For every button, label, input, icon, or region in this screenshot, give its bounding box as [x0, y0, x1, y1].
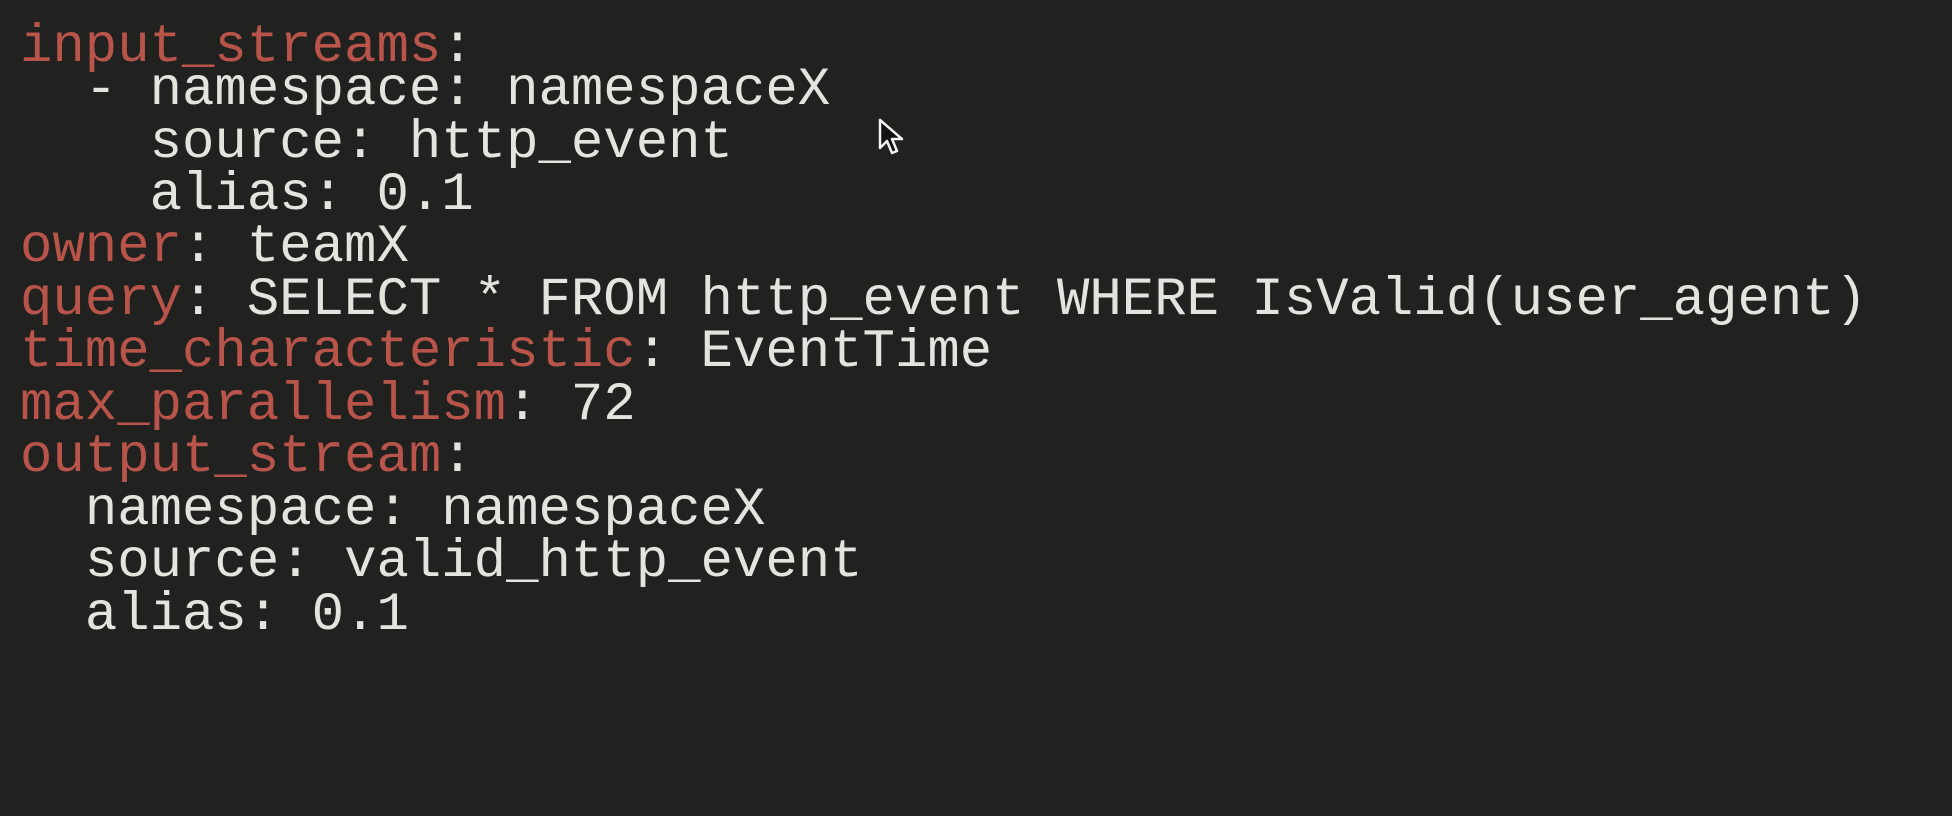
yaml-value: 72 — [570, 375, 636, 436]
yaml-separator: : — [635, 322, 701, 383]
code-editor[interactable]: input_streams: - namespace: namespaceX s… — [0, 0, 1952, 816]
yaml-value: valid_http_event — [344, 532, 863, 593]
mouse-pointer-icon — [878, 118, 904, 155]
yaml-value: EventTime — [700, 322, 993, 383]
yaml-separator: : — [506, 375, 571, 436]
yaml-key: alias — [84, 585, 247, 646]
yaml-line-output-alias: alias: 0.1 — [20, 583, 409, 648]
yaml-value: 0.1 — [311, 585, 409, 646]
yaml-indent — [20, 585, 85, 646]
yaml-separator: : — [246, 585, 312, 646]
